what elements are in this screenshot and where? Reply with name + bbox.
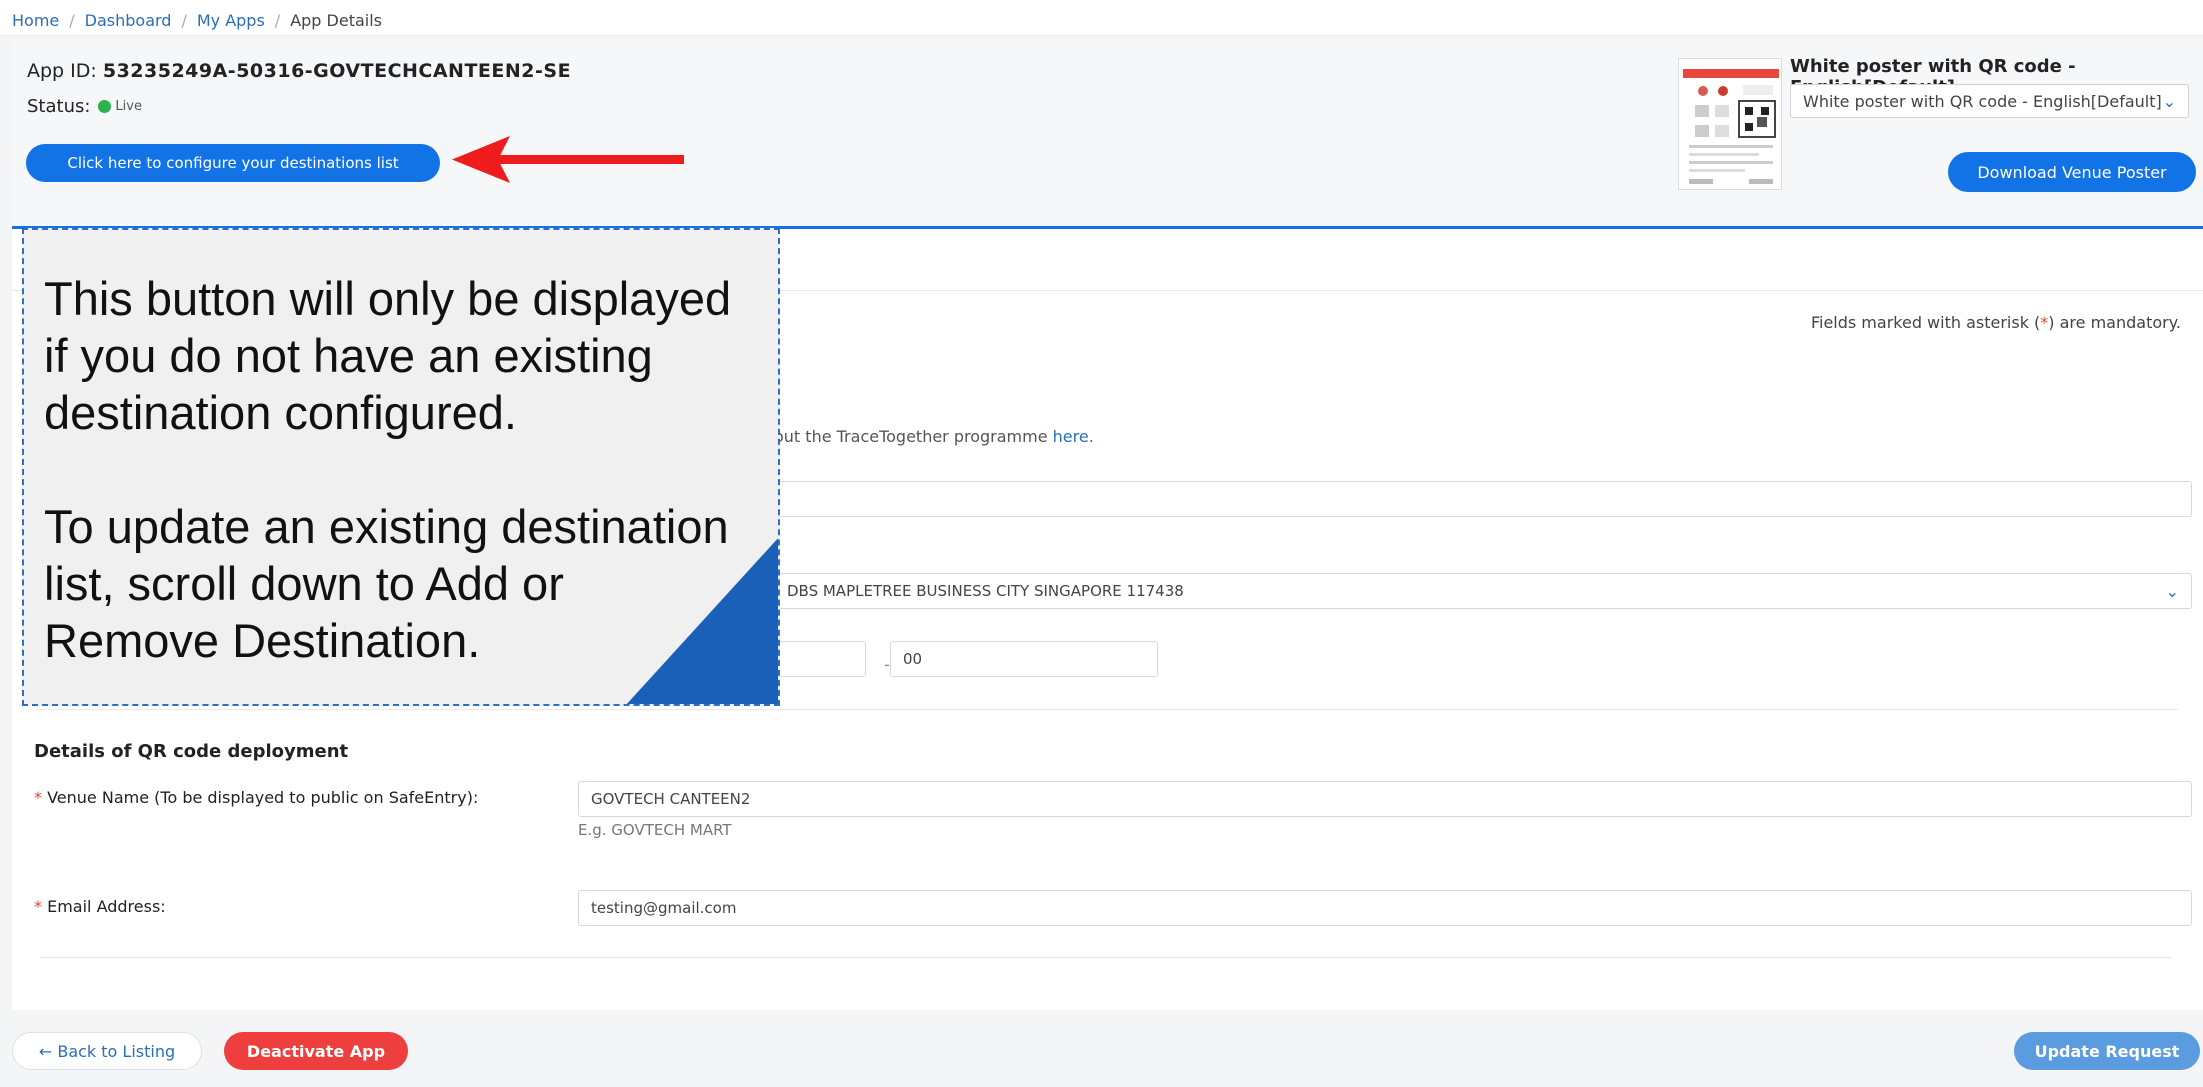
text-field[interactable] — [774, 481, 2192, 517]
address-select-value: DBS MAPLETREE BUSINESS CITY SINGAPORE 11… — [787, 582, 1184, 600]
callout-corner-icon — [625, 536, 778, 704]
tracetogether-text: out the TraceTogether programme — [774, 427, 1053, 446]
venue-name-input[interactable]: GOVTECH CANTEEN2 — [578, 781, 2192, 817]
app-status: Status: Live — [27, 96, 142, 117]
chevron-down-icon: ⌄ — [2162, 91, 2176, 111]
back-to-listing-button[interactable]: ← Back to Listing — [12, 1032, 202, 1070]
address-select[interactable]: DBS MAPLETREE BUSINESS CITY SINGAPORE 11… — [774, 573, 2192, 609]
breadcrumb: Home / Dashboard / My Apps / App Details — [12, 8, 382, 32]
poster-preview-icon — [1679, 59, 1781, 189]
time-separator: - — [884, 655, 890, 674]
app-header-card: App ID: 53235249A-50316-GOVTECHCANTEEN2-… — [12, 40, 2203, 228]
email-label: * Email Address: — [34, 897, 166, 916]
poster-thumbnail — [1678, 58, 1782, 190]
breadcrumb-separator: / — [274, 10, 281, 30]
time-end-value: 00 — [903, 650, 923, 668]
chevron-down-icon: ⌄ — [2165, 581, 2179, 601]
app-id-value: 53235249A-50316-GOVTECHCANTEEN2-SE — [102, 60, 572, 82]
form-bottom-divider — [40, 957, 2172, 958]
section-divider — [36, 709, 2178, 710]
deactivate-app-button[interactable]: Deactivate App — [224, 1032, 408, 1070]
venue-name-label-text: Venue Name (To be displayed to public on… — [47, 788, 479, 807]
poster-select-value: White poster with QR code - English[Defa… — [1803, 91, 2162, 111]
mandatory-note-prefix: Fields marked with asterisk ( — [1810, 313, 2041, 332]
breadcrumb-separator: / — [69, 10, 75, 30]
time-start-input[interactable] — [774, 641, 866, 677]
breadcrumb-separator: / — [181, 10, 187, 30]
status-value: Live — [115, 99, 142, 114]
breadcrumb-dashboard-link[interactable]: Dashboard — [85, 11, 172, 30]
breadcrumb-home-link[interactable]: Home — [12, 11, 59, 30]
email-value: testing@gmail.com — [591, 899, 737, 917]
annotation-callout: This button will only be displayed if yo… — [22, 228, 780, 706]
update-request-button[interactable]: Update Request — [2014, 1032, 2200, 1070]
status-label: Status: — [27, 96, 91, 117]
breadcrumb-current: App Details — [290, 10, 382, 30]
poster-select[interactable]: White poster with QR code - English[Defa… — [1790, 84, 2189, 118]
qr-deployment-section-title: Details of QR code deployment — [34, 741, 349, 762]
app-id-label: App ID: — [27, 60, 97, 82]
breadcrumb-my-apps-link[interactable]: My Apps — [197, 11, 265, 30]
mandatory-note-suffix: ) are mandatory. — [2048, 313, 2181, 332]
venue-name-helper: E.g. GOVTECH MART — [578, 821, 732, 839]
venue-name-value: GOVTECH CANTEEN2 — [591, 790, 751, 808]
status-dot-icon — [98, 100, 112, 113]
asterisk-icon: * — [34, 788, 42, 807]
tracetogether-info: out the TraceTogether programme here. — [774, 427, 1094, 446]
tracetogether-link[interactable]: here. — [1053, 427, 1094, 446]
venue-name-label: * Venue Name (To be displayed to public … — [34, 788, 478, 807]
red-arrow-icon — [452, 136, 684, 183]
time-end-input[interactable]: 00 — [890, 641, 1158, 677]
asterisk-icon: * — [34, 897, 42, 916]
mandatory-note: Fields marked with asterisk (*) are mand… — [1811, 313, 2181, 332]
app-id: App ID: 53235249A-50316-GOVTECHCANTEEN2-… — [27, 60, 571, 82]
email-label-text: Email Address: — [47, 897, 166, 916]
configure-destinations-button[interactable]: Click here to configure your destination… — [26, 144, 440, 182]
download-venue-poster-button[interactable]: Download Venue Poster — [1948, 152, 2196, 192]
email-input[interactable]: testing@gmail.com — [578, 890, 2192, 926]
